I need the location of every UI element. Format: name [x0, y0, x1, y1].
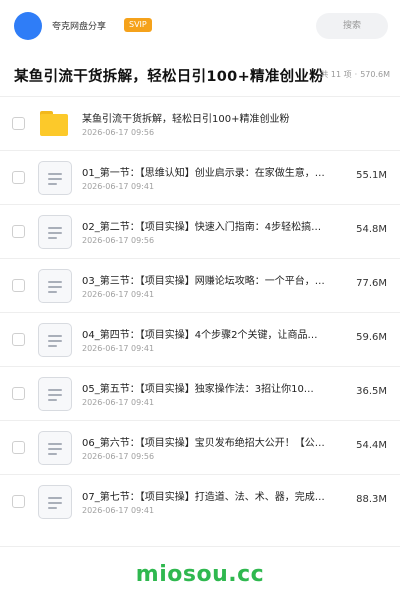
avatar[interactable]	[14, 12, 42, 40]
file-name[interactable]: 01_第一节：【思维认知】创业启示录：在家做生意，…	[82, 164, 354, 179]
search-placeholder: 搜索	[342, 21, 361, 31]
file-size: 54.4M	[356, 440, 387, 451]
document-icon	[38, 269, 72, 303]
file-size: 88.3M	[356, 494, 387, 505]
file-date: 2026-06-17 09:56	[82, 236, 155, 245]
app-header: 夸克网盘分享 SVIP 搜索	[0, 0, 400, 52]
select-checkbox[interactable]	[12, 279, 25, 292]
document-icon	[38, 161, 72, 195]
select-checkbox[interactable]	[12, 495, 25, 508]
item-count: 共 11 项	[320, 70, 352, 79]
file-row[interactable]: 06_第六节：【项目实操】宝贝发布绝招大公开！【公… 2026-06-17 09:…	[0, 420, 400, 474]
file-name[interactable]: 07_第七节：【项目实操】打造道、法、术、器，完成…	[82, 488, 354, 503]
list-divider	[0, 546, 400, 547]
svip-badge: SVIP	[124, 18, 152, 32]
document-icon	[38, 485, 72, 519]
document-icon	[38, 431, 72, 465]
select-checkbox[interactable]	[12, 387, 25, 400]
file-list: 某鱼引流干货拆解，轻松日引100+精准创业粉 2026-06-17 09:56 01…	[0, 96, 400, 528]
file-size: 55.1M	[356, 170, 387, 181]
document-icon	[38, 323, 72, 357]
file-name[interactable]: 05_第五节：【项目实操】独家操作法：3招让你10…	[82, 380, 354, 395]
watermark-text: miosou.cc	[135, 562, 265, 587]
select-checkbox[interactable]	[12, 333, 25, 346]
file-date: 2026-06-17 09:41	[82, 506, 155, 515]
file-row[interactable]: 04_第四节：【项目实操】4个步骤2个关键，让商品… 2026-06-17 09:…	[0, 312, 400, 366]
file-date: 2026-06-17 09:41	[82, 398, 155, 407]
file-name[interactable]: 06_第六节：【项目实操】宝贝发布绝招大公开！【公…	[82, 434, 354, 449]
file-row[interactable]: 05_第五节：【项目实操】独家操作法：3招让你10… 2026-06-17 09:…	[0, 366, 400, 420]
file-row[interactable]: 03_第三节：【项目实操】网赚论坛攻略：一个平台，… 2026-06-17 09:…	[0, 258, 400, 312]
select-checkbox[interactable]	[12, 225, 25, 238]
meta-separator: ·	[354, 70, 358, 79]
file-name[interactable]: 02_第二节：【项目实操】快速入门指南：4步轻松搞…	[82, 218, 354, 233]
file-name[interactable]: 03_第三节：【项目实操】网赚论坛攻略：一个平台，…	[82, 272, 354, 287]
folder-row[interactable]: 某鱼引流干货拆解，轻松日引100+精准创业粉 2026-06-17 09:56	[0, 96, 400, 150]
page-title: 某鱼引流干货拆解，轻松日引100+精准创业粉	[14, 69, 325, 85]
select-checkbox[interactable]	[12, 171, 25, 184]
file-date: 2026-06-17 09:41	[82, 344, 155, 353]
user-name: 夸克网盘分享	[52, 22, 107, 32]
file-row[interactable]: 07_第七节：【项目实操】打造道、法、术、器，完成… 2026-06-17 09:…	[0, 474, 400, 528]
file-date: 2026-06-17 09:41	[82, 290, 155, 299]
file-row[interactable]: 01_第一节：【思维认知】创业启示录：在家做生意，… 2026-06-17 09:…	[0, 150, 400, 204]
select-checkbox[interactable]	[12, 117, 25, 130]
file-size: 54.8M	[356, 224, 387, 235]
file-row[interactable]: 02_第二节：【项目实操】快速入门指南：4步轻松搞… 2026-06-17 09:…	[0, 204, 400, 258]
file-date: 2026-06-17 09:56	[82, 452, 155, 461]
folder-meta: 共 11 项 · 570.6M	[320, 69, 390, 80]
total-size: 570.6M	[360, 70, 390, 79]
file-size: 36.5M	[356, 386, 387, 397]
folder-title-row: 某鱼引流干货拆解，轻松日引100+精准创业粉 共 11 项 · 570.6M	[0, 60, 400, 94]
file-name[interactable]: 04_第四节：【项目实操】4个步骤2个关键，让商品…	[82, 326, 354, 341]
search-input[interactable]: 搜索	[316, 13, 388, 39]
document-icon	[38, 377, 72, 411]
document-icon	[38, 215, 72, 249]
file-size: 59.6M	[356, 332, 387, 343]
file-name[interactable]: 某鱼引流干货拆解，轻松日引100+精准创业粉	[82, 110, 382, 125]
file-date: 2026-06-17 09:56	[82, 128, 155, 137]
folder-icon	[38, 107, 72, 141]
file-date: 2026-06-17 09:41	[82, 182, 155, 191]
select-checkbox[interactable]	[12, 441, 25, 454]
file-size: 77.6M	[356, 278, 387, 289]
